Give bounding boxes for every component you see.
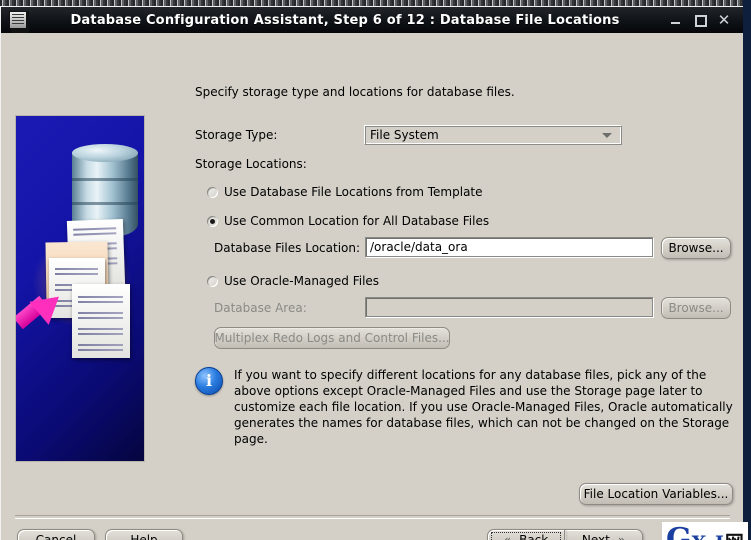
help-button[interactable]: Help: [105, 529, 183, 540]
database-files-location-input[interactable]: /oracle/data_ora: [365, 237, 653, 257]
watermark: G X I 网 system.com: [662, 522, 748, 540]
minimize-icon[interactable]: [669, 13, 683, 27]
storage-type-row: Storage Type:: [195, 128, 277, 142]
radio-use-template-label: Use Database File Locations from Templat…: [224, 185, 483, 199]
database-files-location-label-row: Database Files Location:: [214, 241, 360, 255]
window-title: Database Configuration Assistant, Step 6…: [31, 13, 669, 28]
database-area-label: Database Area:: [214, 301, 307, 315]
storage-type-select[interactable]: File System: [364, 125, 622, 145]
desktop-background: [743, 0, 751, 540]
dialog-body: Specify storage type and locations for d…: [1, 33, 743, 540]
dialog-window: Database Configuration Assistant, Step 6…: [0, 6, 743, 540]
info-note-text: If you want to specify different locatio…: [234, 367, 734, 447]
chevron-down-icon: [602, 133, 612, 138]
focus-indicator: [491, 532, 561, 540]
document-icon: [72, 284, 130, 358]
radio-icon[interactable]: [207, 216, 218, 227]
radio-icon[interactable]: [207, 187, 218, 198]
watermark-g: G: [666, 525, 692, 540]
window-controls: ✕: [669, 13, 739, 27]
footer-left-buttons: Cancel Help: [17, 529, 183, 540]
wizard-navigation: « Back Next »: [487, 529, 643, 540]
radio-use-oracle-managed-files-label: Use Oracle-Managed Files: [224, 274, 379, 288]
storage-locations-group-label: Storage Locations:: [195, 157, 307, 171]
screen: Database Configuration Assistant, Step 6…: [0, 0, 751, 540]
arrow-icon: [18, 286, 72, 340]
artwork-panel: [15, 115, 145, 462]
radio-use-oracle-managed-files[interactable]: Use Oracle-Managed Files: [207, 274, 379, 288]
storage-type-value: File System: [365, 128, 602, 142]
watermark-xi: X I: [692, 534, 725, 540]
title-bar: Database Configuration Assistant, Step 6…: [1, 7, 743, 33]
radio-use-common-location-label: Use Common Location for All Database Fil…: [224, 214, 489, 228]
footer-divider: [15, 515, 730, 519]
watermark-cn: 网: [725, 534, 744, 540]
database-area-label-row: Database Area:: [214, 301, 307, 315]
database-files-location-value: /oracle/data_ora: [370, 240, 468, 254]
cancel-button[interactable]: Cancel: [17, 529, 95, 540]
browse-database-files-button[interactable]: Browse...: [661, 237, 731, 259]
database-wizard-icon: [9, 11, 27, 29]
browse-database-area-button[interactable]: Browse...: [661, 297, 731, 319]
database-area-input[interactable]: [365, 297, 653, 317]
radio-use-common-location[interactable]: Use Common Location for All Database Fil…: [207, 214, 489, 228]
database-files-location-label: Database Files Location:: [214, 241, 360, 255]
watermark-brand: G X I 网: [666, 525, 744, 540]
multiplex-redo-logs-button[interactable]: Multiplex Redo Logs and Control Files...: [214, 327, 450, 349]
back-button[interactable]: « Back: [487, 529, 565, 540]
radio-icon[interactable]: [207, 276, 218, 287]
info-icon: [195, 367, 223, 395]
page-instruction: Specify storage type and locations for d…: [195, 85, 515, 99]
radio-use-template[interactable]: Use Database File Locations from Templat…: [207, 185, 483, 199]
next-button[interactable]: Next »: [565, 529, 643, 540]
maximize-icon[interactable]: [693, 13, 707, 27]
chevron-right-icon: »: [618, 533, 625, 540]
close-icon[interactable]: ✕: [717, 13, 731, 27]
next-button-label: Next: [582, 533, 610, 540]
info-note: If you want to specify different locatio…: [195, 367, 735, 447]
storage-type-label: Storage Type:: [195, 128, 277, 142]
file-location-variables-button[interactable]: File Location Variables...: [579, 483, 733, 505]
